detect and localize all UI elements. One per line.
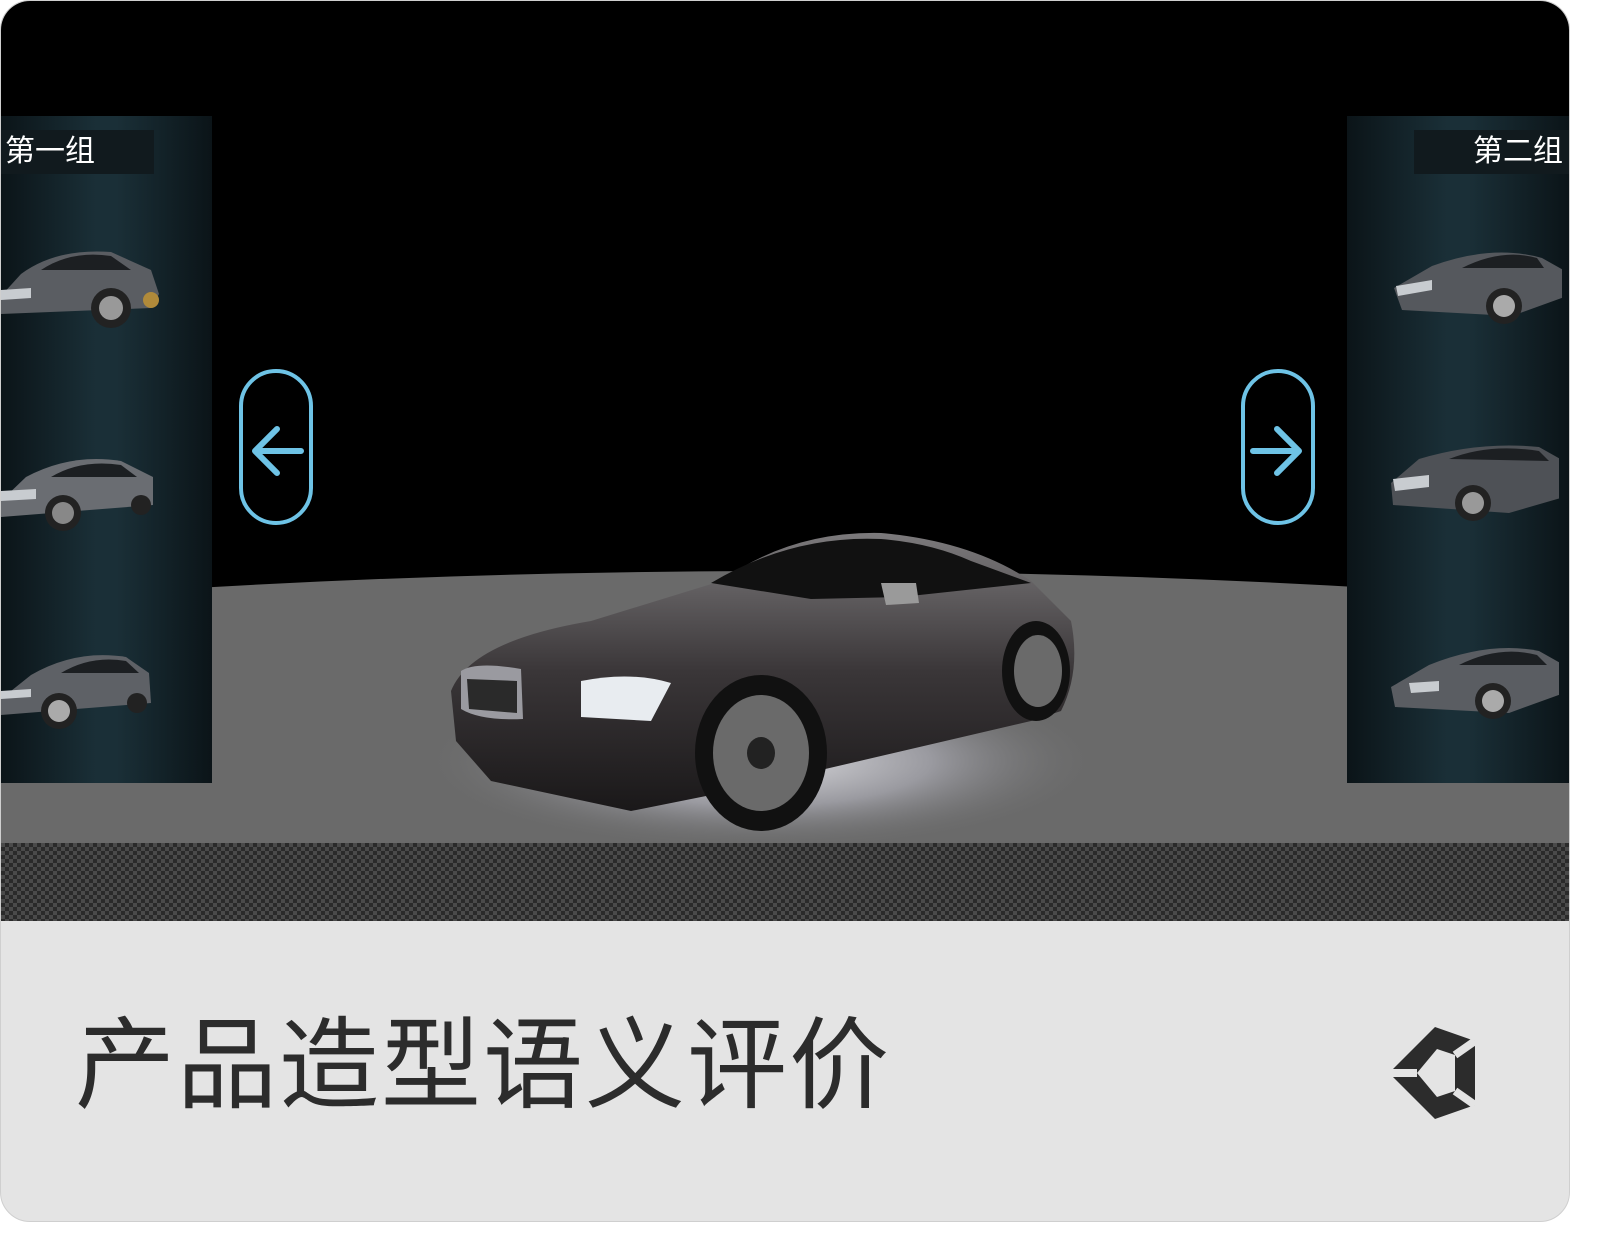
group2-car-thumb-3[interactable] — [1389, 631, 1559, 741]
group2-car-thumb-1[interactable] — [1392, 236, 1562, 346]
car-thumb-icon — [1391, 648, 1559, 719]
group1-car-thumb-1[interactable] — [1, 226, 171, 336]
right-group-panel: 第二组 — [1347, 116, 1569, 783]
car-thumb-icon — [1, 655, 151, 729]
prev-button[interactable] — [239, 369, 313, 525]
car-thumb-icon — [1, 459, 153, 531]
car-thumb-icon — [1, 251, 159, 328]
left-group-panel: 第一组 — [1, 116, 212, 783]
car-viewer[interactable]: 第一组 第二组 — [1, 1, 1569, 921]
left-group-title: 第一组 — [1, 130, 154, 174]
arrow-left-icon — [252, 426, 304, 476]
group1-car-thumb-3[interactable] — [1, 631, 171, 741]
car-thumb-icon — [1391, 445, 1559, 521]
unity-logo-icon — [1383, 1023, 1483, 1123]
next-button[interactable] — [1241, 369, 1315, 525]
stage-checker-floor — [1, 843, 1569, 921]
group2-car-thumb-2[interactable] — [1389, 431, 1559, 541]
project-title: 产品造型语义评价 — [75, 1007, 891, 1124]
car-thumb-icon — [1394, 252, 1562, 324]
car-model-icon — [451, 532, 1075, 831]
featured-car-model[interactable] — [431, 521, 1091, 841]
group1-car-thumb-2[interactable] — [1, 431, 171, 541]
project-card[interactable]: 第一组 第二组 产品造型语义评价 — [0, 0, 1570, 1222]
right-group-title: 第二组 — [1414, 130, 1569, 174]
arrow-right-icon — [1250, 426, 1302, 476]
